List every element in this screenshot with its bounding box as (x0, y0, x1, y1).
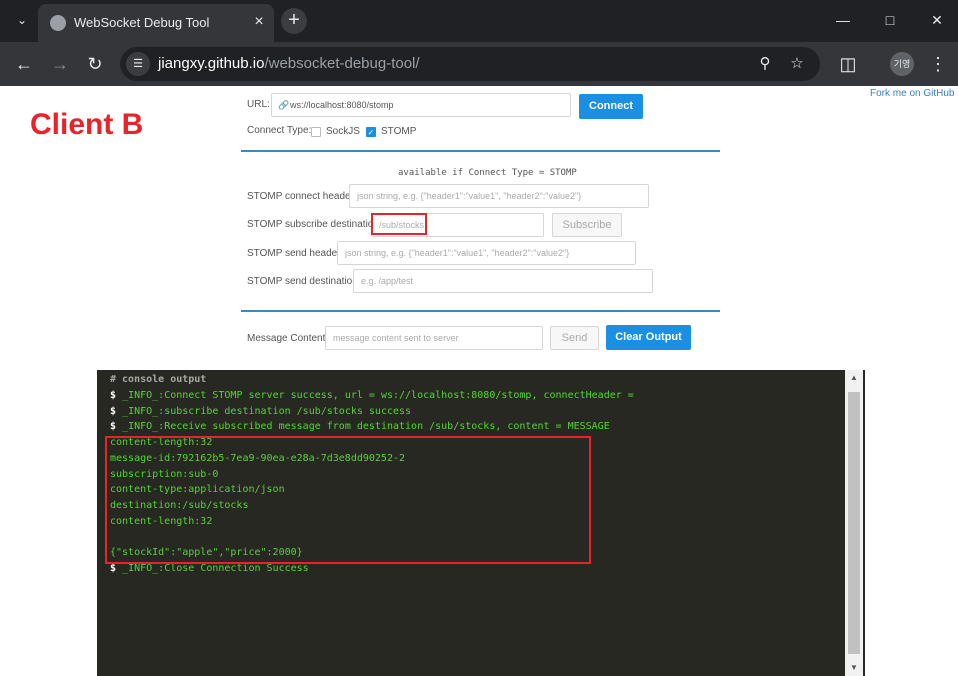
connect-type-label: Connect Type: (247, 125, 312, 136)
maximize-icon[interactable]: □ (875, 8, 905, 32)
scroll-down-icon[interactable]: ▼ (845, 660, 863, 676)
message-content-input[interactable]: message content sent to server (325, 326, 543, 350)
message-content-label: Message Content: (247, 333, 329, 344)
section-divider (241, 150, 720, 152)
page-content: Client B Fork me on GitHub URL: 🔗 ws://l… (0, 86, 958, 676)
send-button[interactable]: Send (550, 326, 599, 350)
annotation-highlight (105, 436, 591, 564)
console-header: # console output (110, 374, 207, 385)
sockjs-label: SockJS (326, 126, 360, 137)
url-text[interactable]: jiangxy.github.io/websocket-debug-tool/ (158, 55, 420, 72)
console-line: $ _INFO_:Close Connection Success (110, 563, 309, 574)
stomp-checkbox[interactable]: ✓ (366, 127, 376, 137)
extensions-icon[interactable]: ◫ (836, 52, 860, 76)
globe-icon (50, 15, 66, 31)
stomp-connect-header-label: STOMP connect header: (247, 191, 357, 202)
back-icon[interactable]: ← (12, 52, 36, 76)
tab-websocket-debug[interactable]: WebSocket Debug Tool × (38, 4, 274, 42)
section-divider-2 (241, 310, 720, 312)
reload-icon[interactable]: ↻ (83, 52, 107, 76)
stomp-send-header-label: STOMP send header: (247, 248, 344, 259)
console-output[interactable]: # console output $ _INFO_:Connect STOMP … (97, 370, 865, 676)
minimize-icon[interactable]: — (828, 8, 858, 32)
profile-avatar[interactable]: 기영 (890, 52, 914, 76)
stomp-subscribe-label: STOMP subscribe destination: (247, 219, 382, 230)
stomp-send-header-input[interactable]: json string, e.g. {"header1":"value1", "… (337, 241, 636, 265)
tab-title: WebSocket Debug Tool (74, 15, 210, 30)
client-label: Client B (30, 108, 144, 141)
menu-icon[interactable]: ⋮ (926, 52, 950, 76)
tab-search-icon[interactable]: ⌄ (10, 8, 34, 32)
browser-toolbar: ← → ↻ ☰ jiangxy.github.io/websocket-debu… (0, 42, 958, 86)
stomp-label: STOMP (381, 126, 417, 137)
fork-github-link[interactable]: Fork me on GitHub (870, 88, 954, 99)
url-input-value: ws://localhost:8080/stomp (290, 100, 394, 110)
sockjs-checkbox[interactable] (311, 127, 321, 137)
connect-button[interactable]: Connect (579, 94, 643, 119)
address-bar[interactable]: ☰ jiangxy.github.io/websocket-debug-tool… (120, 47, 820, 81)
clear-output-button[interactable]: Clear Output (606, 325, 691, 350)
tab-bar: ⌄ WebSocket Debug Tool × + — □ ✕ (0, 0, 958, 42)
subscribe-button[interactable]: Subscribe (552, 213, 622, 237)
console-line: $ _INFO_:subscribe destination /sub/stoc… (110, 406, 412, 417)
forward-icon[interactable]: → (48, 52, 72, 76)
scroll-thumb[interactable] (848, 392, 860, 654)
url-input[interactable]: 🔗 ws://localhost:8080/stomp (271, 93, 571, 117)
bookmark-star-icon[interactable]: ☆ (787, 54, 807, 74)
console-line: $ _INFO_:Receive subscribed message from… (110, 421, 610, 432)
stomp-hint: available if Connect Type = STOMP (398, 168, 577, 178)
console-line: $ _INFO_:Connect STOMP server success, u… (110, 390, 634, 401)
zoom-icon[interactable]: ⚲ (755, 54, 775, 74)
close-window-icon[interactable]: ✕ (922, 8, 952, 32)
link-icon: 🔗 (278, 100, 290, 110)
scroll-up-icon[interactable]: ▲ (845, 370, 863, 386)
close-tab-icon[interactable]: × (250, 13, 268, 31)
stomp-send-dest-input[interactable]: e.g. /app/test (353, 269, 653, 293)
annotation-highlight (371, 213, 427, 235)
stomp-connect-header-input[interactable]: json string, e.g. {"header1":"value1", "… (349, 184, 649, 208)
site-info-icon[interactable]: ☰ (126, 52, 150, 76)
stomp-send-dest-label: STOMP send destination: (247, 276, 361, 287)
new-tab-button[interactable]: + (281, 8, 307, 34)
console-scrollbar[interactable]: ▲ ▼ (845, 370, 863, 676)
url-label: URL: (247, 99, 270, 110)
